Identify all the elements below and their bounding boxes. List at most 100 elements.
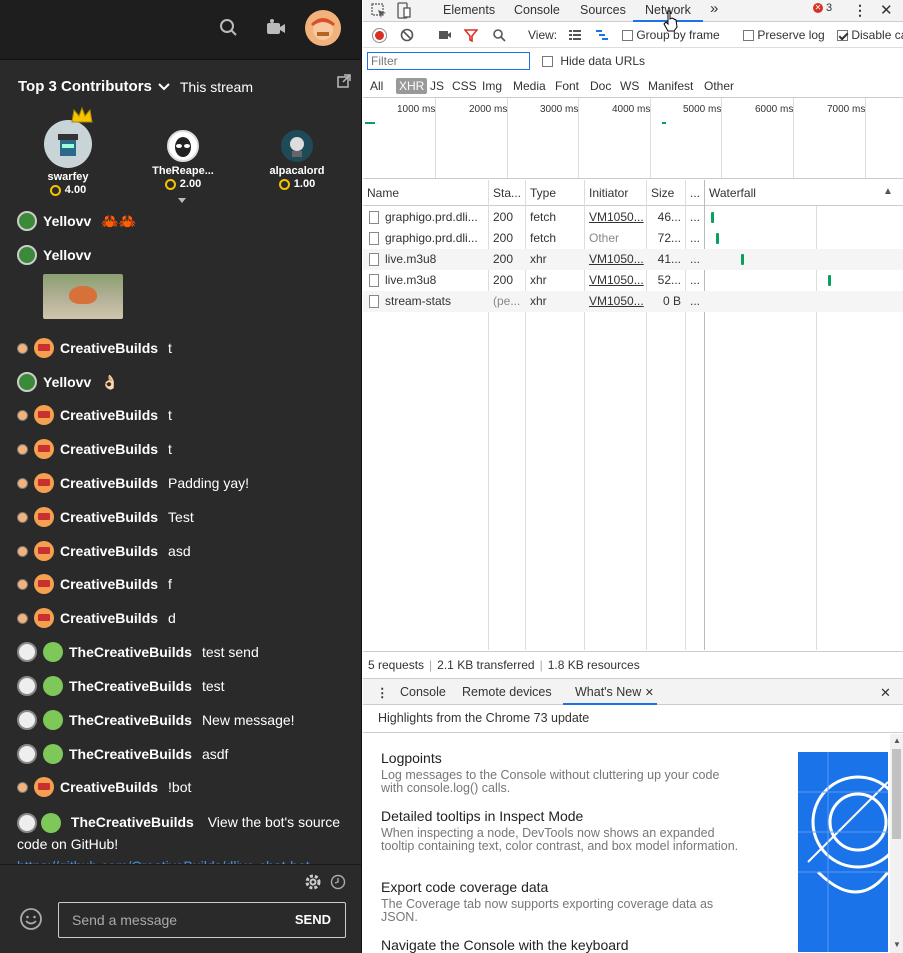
tab-sources[interactable]: Sources: [580, 1, 626, 22]
avatar[interactable]: [17, 578, 28, 590]
type-filter-css[interactable]: CSS: [452, 79, 477, 93]
whats-new-item[interactable]: Navigate the Console with the keyboard: [381, 937, 741, 953]
search-icon[interactable]: [217, 16, 241, 40]
username[interactable]: CreativeBuilds: [60, 541, 158, 561]
username[interactable]: CreativeBuilds: [60, 405, 158, 425]
contributor-2[interactable]: TheReape... 2.00: [143, 130, 223, 190]
screenshot-camera-icon[interactable]: [438, 28, 452, 42]
tab-console[interactable]: Console: [514, 1, 560, 22]
group-by-frame-toggle[interactable]: Group by frame: [622, 28, 720, 42]
history-icon[interactable]: [330, 874, 346, 890]
username[interactable]: TheCreativeBuilds: [69, 676, 192, 696]
disable-cache-toggle[interactable]: Disable cache: [837, 28, 903, 42]
username[interactable]: CreativeBuilds: [60, 574, 158, 594]
type-filter-media[interactable]: Media: [513, 79, 546, 93]
type-filter-all[interactable]: All: [370, 79, 383, 93]
username[interactable]: TheCreativeBuilds: [71, 814, 194, 830]
request-initiator[interactable]: VM1050...: [585, 249, 646, 270]
username[interactable]: CreativeBuilds: [60, 439, 158, 459]
checkbox[interactable]: [622, 30, 633, 42]
more-tabs-button[interactable]: »: [710, 1, 718, 22]
username[interactable]: CreativeBuilds: [60, 777, 158, 797]
avatar[interactable]: [17, 342, 28, 354]
chat-image-crab[interactable]: [43, 274, 123, 319]
username[interactable]: CreativeBuilds: [60, 608, 158, 628]
search-icon[interactable]: [492, 28, 506, 42]
request-initiator[interactable]: VM1050...: [585, 270, 646, 291]
gear-icon[interactable]: [304, 873, 322, 891]
col-header-size[interactable]: Size: [647, 180, 685, 206]
tab-elements[interactable]: Elements: [443, 1, 495, 22]
col-header-more[interactable]: ...: [686, 180, 704, 206]
drawer-menu-icon[interactable]: ⋮: [376, 685, 389, 700]
clear-icon[interactable]: [400, 28, 414, 42]
type-filter-manifest[interactable]: Manifest: [648, 79, 693, 93]
request-row[interactable]: live.m3u8 200 xhr VM1050... 52......: [363, 270, 903, 291]
type-filter-js[interactable]: JS: [430, 79, 444, 93]
avatar[interactable]: [17, 612, 28, 624]
type-filter-ws[interactable]: WS: [620, 79, 639, 93]
device-toolbar-icon[interactable]: [397, 2, 411, 19]
username[interactable]: TheCreativeBuilds: [69, 710, 192, 730]
filter-icon[interactable]: [464, 28, 478, 42]
contributor-1[interactable]: swarfey 4.00: [28, 106, 108, 196]
request-row[interactable]: stream-stats (pe... xhr VM1050... 0 B...: [363, 291, 903, 312]
request-initiator[interactable]: VM1050...: [585, 291, 646, 312]
type-filter-xhr[interactable]: XHR: [396, 78, 428, 94]
avatar[interactable]: [17, 642, 37, 662]
avatar[interactable]: [17, 676, 37, 696]
username[interactable]: CreativeBuilds: [60, 507, 158, 527]
close-drawer-icon[interactable]: ✕: [880, 685, 891, 701]
type-filter-doc[interactable]: Doc: [590, 79, 611, 93]
large-rows-icon[interactable]: [568, 28, 582, 42]
username[interactable]: Yellovv: [43, 211, 91, 231]
inspect-element-icon[interactable]: [371, 3, 387, 19]
scrollbar[interactable]: ▲ ▼: [890, 734, 903, 953]
whats-new-item[interactable]: Detailed tooltips in Inspect Mode When i…: [381, 808, 741, 853]
scroll-up-icon[interactable]: ▲: [893, 736, 901, 745]
close-devtools-icon[interactable]: ✕: [880, 1, 893, 19]
drawer-tab-remote-devices[interactable]: Remote devices: [462, 685, 552, 699]
request-row[interactable]: graphigo.prd.dli... 200 fetch Other 72......: [363, 228, 903, 249]
network-overview-timeline[interactable]: 1000 ms 2000 ms 3000 ms 4000 ms 5000 ms 6000 …: [363, 97, 903, 179]
whats-new-content[interactable]: Logpoints Log messages to the Console wi…: [363, 734, 903, 953]
avatar[interactable]: [17, 409, 28, 421]
type-filter-img[interactable]: Img: [482, 79, 502, 93]
avatar[interactable]: [17, 211, 37, 231]
scroll-down-icon[interactable]: ▼: [893, 940, 901, 949]
username[interactable]: TheCreativeBuilds: [69, 642, 192, 662]
sort-ascending-icon[interactable]: ▲: [883, 186, 893, 197]
request-initiator[interactable]: VM1050...: [585, 207, 646, 228]
username[interactable]: Yellovv: [43, 372, 91, 392]
message-input[interactable]: [59, 903, 289, 937]
col-header-waterfall[interactable]: Waterfall: [705, 180, 903, 206]
request-row[interactable]: graphigo.prd.dli... 200 fetch VM1050... 46..…: [363, 207, 903, 228]
username[interactable]: CreativeBuilds: [60, 338, 158, 358]
contributors-header[interactable]: Top 3 Contributors This stream: [18, 78, 253, 95]
avatar[interactable]: [17, 744, 37, 764]
avatar[interactable]: [17, 511, 28, 523]
more-options-icon[interactable]: ⋮: [853, 3, 867, 17]
send-button[interactable]: SEND: [295, 912, 331, 927]
col-header-name[interactable]: Name: [363, 180, 488, 206]
drawer-tab-whats-new[interactable]: What's New ✕: [563, 685, 657, 705]
type-filter-other[interactable]: Other: [704, 79, 734, 93]
request-initiator[interactable]: Other: [585, 228, 646, 249]
scroll-thumb[interactable]: [892, 749, 901, 839]
username[interactable]: Yellovv: [43, 245, 91, 265]
avatar[interactable]: [17, 372, 37, 392]
whats-new-item[interactable]: Export code coverage data The Coverage t…: [381, 879, 741, 924]
username[interactable]: TheCreativeBuilds: [69, 744, 192, 764]
overview-waterfall-icon[interactable]: [595, 28, 609, 42]
whats-new-item[interactable]: Logpoints Log messages to the Console wi…: [381, 750, 741, 795]
checkbox-checked[interactable]: [837, 30, 848, 42]
request-row[interactable]: live.m3u8 200 xhr VM1050... 41......: [363, 249, 903, 270]
col-header-type[interactable]: Type: [526, 180, 584, 206]
avatar[interactable]: [17, 477, 28, 489]
hide-data-urls-toggle[interactable]: Hide data URLs: [542, 54, 645, 68]
avatar[interactable]: [17, 443, 28, 455]
filter-input[interactable]: [367, 52, 530, 70]
contributor-3[interactable]: alpacalord 1.00: [257, 130, 337, 190]
drawer-tab-console[interactable]: Console: [400, 685, 446, 699]
avatar[interactable]: [17, 710, 37, 730]
